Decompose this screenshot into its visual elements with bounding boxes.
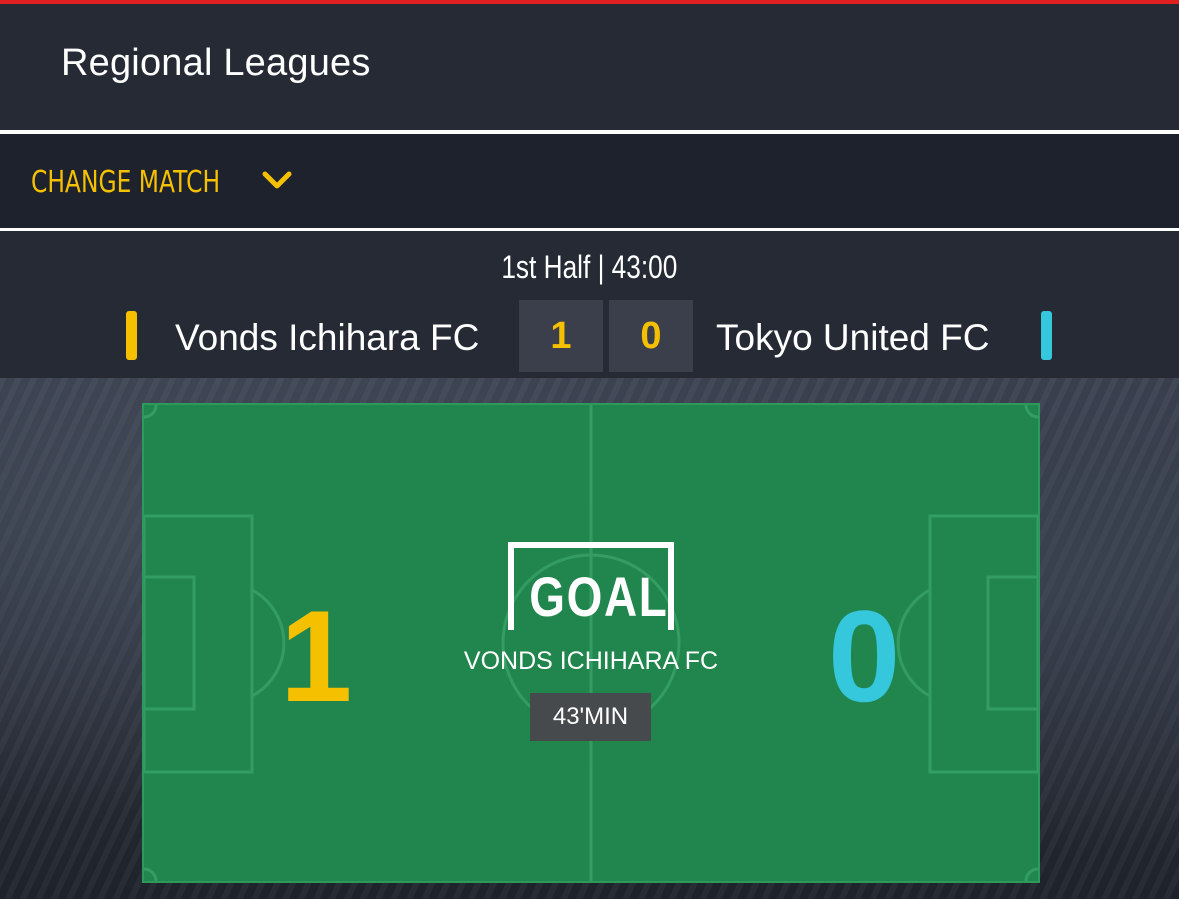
away-team-color-bar [1041,311,1052,360]
home-score: 1 [519,300,603,372]
home-team-color-bar [126,311,137,360]
page-title: Regional Leagues [61,42,371,84]
match-status-text: 1st Half | 43:00 [501,249,678,285]
away-team-name: Tokyo United FC [716,317,990,358]
goal-icon: GOAL [508,542,674,630]
away-score: 0 [609,300,693,372]
goal-minute-badge: 43'MIN [530,693,651,741]
match-selector-bar: CHANGE MATCH [0,134,1179,228]
change-match-label: CHANGE MATCH [31,164,221,200]
match-status: 1st Half | 43:00 [0,249,1179,286]
goal-label: GOAL [514,564,668,629]
home-team-name: Vonds Ichihara FC [175,317,480,358]
page-header: Regional Leagues [0,4,1179,130]
goal-label-text: GOAL [529,565,669,628]
change-match-button[interactable]: CHANGE MATCH [31,162,292,202]
scoreboard: 1st Half | 43:00 Vonds Ichihara FC 1 0 T… [0,231,1179,378]
chevron-down-icon [262,171,292,189]
pitch-graphic: 1 0 GOAL VONDS ICHIHARA FC 43'MIN [142,403,1040,883]
scoring-team: VONDS ICHIHARA FC [463,647,719,675]
pitch-markings [144,405,1038,881]
